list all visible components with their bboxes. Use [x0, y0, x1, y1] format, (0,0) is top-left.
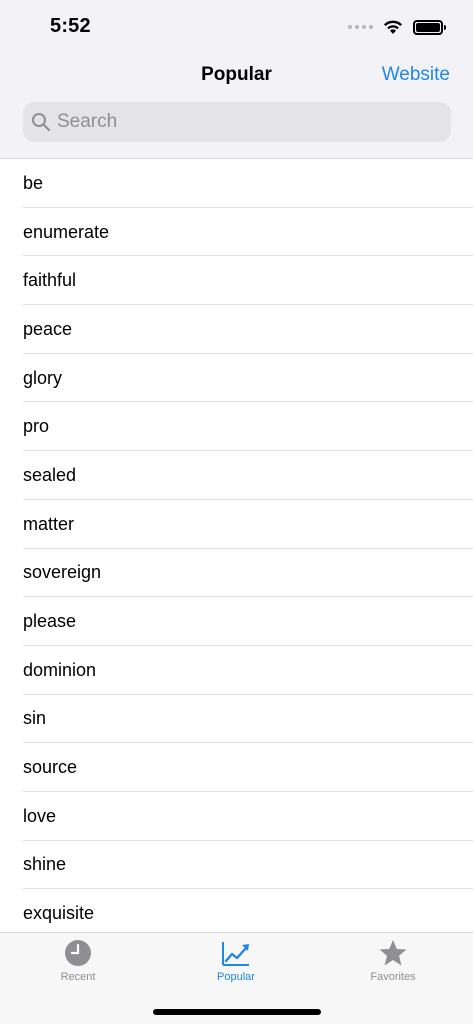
status-icons — [348, 17, 446, 37]
list-item[interactable]: sealed — [0, 451, 473, 500]
screen: 5:52 Popular Website Search be enumerate… — [0, 0, 473, 1024]
list-item-label: please — [23, 611, 77, 632]
search-icon — [32, 113, 51, 132]
list-item-label: pro — [23, 416, 50, 437]
list-item[interactable]: pro — [0, 402, 473, 451]
status-bar: 5:52 — [0, 0, 473, 54]
list-item-label: peace — [23, 318, 73, 339]
list-item-label: shine — [23, 854, 67, 875]
list-item[interactable]: love — [0, 792, 473, 841]
list-item-label: enumerate — [23, 221, 110, 242]
tab-label: Recent — [60, 971, 96, 983]
list-item[interactable]: be — [0, 159, 473, 208]
word-list: be enumerate faithful peace glory pro sealed ma… — [0, 159, 473, 932]
tab-popular[interactable]: Popular — [176, 939, 296, 983]
search-bar[interactable] — [23, 102, 451, 142]
list-item[interactable]: shine — [0, 841, 473, 890]
battery-icon — [413, 19, 446, 35]
list-item[interactable]: faithful — [0, 256, 473, 305]
list-item[interactable]: glory — [0, 354, 473, 403]
list-item-label: sealed — [23, 464, 77, 485]
star-icon — [379, 940, 407, 966]
list-item[interactable]: please — [0, 597, 473, 646]
list-item[interactable]: source — [0, 743, 473, 792]
tab-label: Favorites — [370, 971, 416, 983]
clock-icon — [65, 940, 91, 966]
list-item[interactable]: exquisite — [0, 889, 473, 932]
website-button[interactable]: Website — [382, 64, 450, 86]
list-item-label: faithful — [23, 270, 77, 291]
cellular-signal-icon — [348, 25, 373, 29]
list-item-label: dominion — [23, 659, 97, 680]
wifi-icon — [384, 20, 402, 34]
home-indicator — [153, 1009, 321, 1015]
list-item-label: glory — [23, 367, 63, 388]
tab-label: Popular — [217, 971, 255, 983]
list-item[interactable]: peace — [0, 305, 473, 354]
tab-recent[interactable]: Recent — [18, 939, 138, 983]
list-item-label: be — [23, 172, 44, 193]
list-item[interactable]: matter — [0, 500, 473, 549]
header: 5:52 Popular Website — [0, 0, 473, 159]
list-item[interactable]: sovereign — [0, 549, 473, 598]
list-item-label: exquisite — [23, 903, 95, 924]
list-item[interactable]: enumerate — [0, 208, 473, 257]
list-item[interactable]: dominion — [0, 646, 473, 695]
trending-up-icon — [222, 942, 249, 966]
list-item-label: sin — [23, 708, 47, 729]
list-item-label: matter — [23, 513, 75, 534]
status-time: 5:52 — [50, 15, 91, 37]
list-item-label: source — [23, 757, 78, 778]
search-input[interactable] — [57, 111, 427, 133]
tab-favorites[interactable]: Favorites — [333, 939, 453, 983]
list-item-label: sovereign — [23, 562, 102, 583]
list-item-label: love — [23, 805, 57, 826]
list-item[interactable]: sin — [0, 695, 473, 744]
